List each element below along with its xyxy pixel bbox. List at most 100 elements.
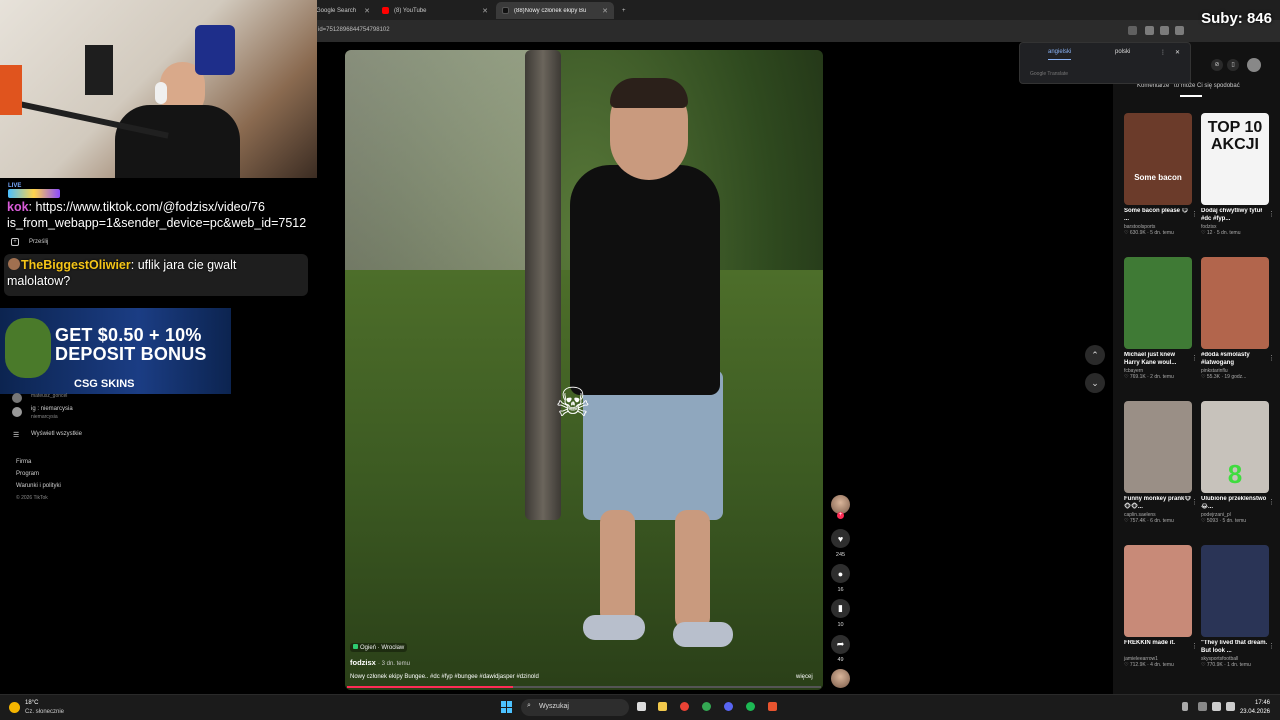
following-name[interactable]: ig : niemarcysia [31, 406, 73, 412]
bookmark-star-icon[interactable] [1175, 26, 1184, 35]
translate-tab-polish[interactable]: polski [1115, 49, 1130, 55]
recommendation-card[interactable]: #doda #smolasty #latwogang pinkstarinflu ♡… [1201, 257, 1275, 380]
video-thumbnail[interactable]: 8 [1201, 401, 1269, 493]
sun-weather-icon[interactable] [9, 702, 20, 713]
chrome-icon[interactable] [680, 702, 689, 711]
card-title[interactable]: Ulubione przekleństwo😂... [1201, 496, 1269, 511]
card-title[interactable]: Michael just knew Harry Kane woul... [1124, 352, 1192, 367]
clock-time[interactable]: 17:46 [1255, 700, 1270, 706]
more-options-icon[interactable]: ⋮ [1268, 498, 1275, 506]
video-thumbnail[interactable] [1201, 257, 1269, 349]
like-heart-icon[interactable]: ♥ [831, 529, 850, 548]
location-text: Ogień · Wrocław [360, 645, 405, 651]
card-title[interactable]: "They lived that dream. But look ... [1201, 640, 1269, 655]
close-icon[interactable]: ✕ [482, 7, 488, 15]
recommendation-card[interactable]: Funny monkey prank🐵🐵🐵... caplin.saelens ♡ … [1124, 401, 1198, 524]
video-thumbnail[interactable] [1124, 257, 1192, 349]
more-options-icon[interactable]: ⋮ [1191, 210, 1198, 218]
footer-link[interactable]: Program [16, 471, 39, 477]
following-avatar[interactable] [12, 407, 22, 417]
chat-badges [8, 189, 60, 198]
more-options-icon[interactable]: ⋮ [1191, 354, 1198, 362]
bookmark-icon[interactable]: ▮ [831, 599, 850, 618]
wifi-icon[interactable] [1212, 702, 1221, 711]
more-options-icon[interactable]: ⋮ [1191, 642, 1198, 650]
card-title[interactable]: Dodaj chwytliwy tytuł #dc #fyp... [1201, 208, 1269, 223]
recommendation-card[interactable]: Some bacon Some bacon please 😋 ... barstoo… [1124, 113, 1198, 236]
csgoskins-ad-banner[interactable]: GET $0.50 + 10% DEPOSIT BONUS CSG SKINS [0, 308, 231, 394]
card-stats: ♡ 630.9K · 5 dn. temu [1124, 230, 1174, 236]
url-field[interactable]: id=7512896844754798102 [318, 27, 390, 33]
chat-message-continued: is_from_webapp=1&sender_device=pc&web_id… [7, 216, 307, 230]
new-tab-button[interactable]: + [616, 2, 630, 19]
profile-avatar[interactable] [1247, 58, 1261, 72]
tray-chevron-icon[interactable] [1182, 702, 1188, 711]
location-tag[interactable]: Ogień · Wrocław [350, 643, 408, 652]
chevron-down-icon[interactable]: ⌄ [1085, 373, 1105, 393]
video-thumbnail[interactable]: TOP 10 AKCJI [1201, 113, 1269, 205]
chat-username: TheBiggestOliwier [21, 258, 131, 272]
clock-date[interactable]: 23.04.2026 [1240, 709, 1270, 715]
chevron-up-icon[interactable]: ⌃ [1085, 345, 1105, 365]
more-options-icon[interactable]: ⋮ [1191, 498, 1198, 506]
video-thumbnail[interactable]: Some bacon [1124, 113, 1192, 205]
follow-plus-icon[interactable]: + [837, 512, 844, 519]
device-icon[interactable]: ▯ [1227, 59, 1239, 71]
recommendation-card[interactable]: "They lived that dream. But look ... skys… [1201, 545, 1275, 668]
show-all-link[interactable]: Wyświetl wszystkie [31, 431, 82, 437]
chrome-profile-icon[interactable] [702, 702, 711, 711]
more-button[interactable]: więcej [796, 674, 813, 680]
spotify-icon[interactable] [746, 702, 755, 711]
music-disc-icon[interactable] [831, 669, 850, 688]
recommendation-card[interactable]: FREKKIN made it. jamieleearrow1 ♡ 712.9K ·… [1124, 545, 1198, 668]
file-explorer-icon[interactable] [658, 702, 667, 711]
share-arrow-icon[interactable]: ➦ [831, 635, 850, 654]
video-thumbnail[interactable] [1201, 545, 1269, 637]
more-options-icon[interactable]: ⋮ [1160, 49, 1166, 56]
video-thumbnail[interactable] [1124, 545, 1192, 637]
more-options-icon[interactable]: ⋮ [1268, 642, 1275, 650]
brave-icon[interactable] [768, 702, 777, 711]
block-icon[interactable]: ⊘ [1211, 59, 1223, 71]
taskbar-search[interactable]: ⌕ Wyszukaj [521, 699, 629, 716]
close-icon[interactable]: ✕ [1175, 49, 1180, 56]
translate-tab-english[interactable]: angielski [1048, 49, 1072, 60]
card-title[interactable]: Some bacon please 😋 ... [1124, 208, 1192, 223]
card-stats: ♡ 55.3K · 19 godz... [1201, 374, 1247, 380]
tab-tiktok[interactable]: (88)Nowy członek ekipy Bu ✕ [496, 2, 614, 19]
recommendation-card[interactable]: TOP 10 AKCJI Dodaj chwytliwy tytuł #dc #f… [1201, 113, 1275, 236]
more-options-icon[interactable]: ⋮ [1268, 210, 1275, 218]
weather-temperature[interactable]: 18°C [25, 700, 38, 706]
chat-text: : uflik jara cie gwalt [130, 258, 237, 272]
weather-condition[interactable]: Cz. słonecznie [25, 709, 64, 715]
close-icon[interactable]: ✕ [364, 7, 370, 15]
tab-youtube[interactable]: (8) YouTube ✕ [376, 2, 494, 19]
video-player[interactable]: ☠ [345, 50, 823, 690]
following-name[interactable]: mateusz_goncel [31, 393, 67, 399]
footer-link[interactable]: Firma [16, 459, 31, 465]
task-view-icon[interactable] [637, 702, 646, 711]
zoom-icon[interactable] [1145, 26, 1154, 35]
close-icon[interactable]: ✕ [602, 7, 608, 15]
card-title[interactable]: FREKKIN made it. [1124, 640, 1192, 655]
card-title[interactable]: #doda #smolasty #latwogang [1201, 352, 1269, 367]
tray-app-icon[interactable] [1198, 702, 1207, 711]
recommendation-card[interactable]: 8 Ulubione przekleństwo😂... podejrzani_pl ♡… [1201, 401, 1275, 524]
windows-start-icon[interactable] [501, 701, 513, 713]
card-stats: ♡ 12 · 5 dn. temu [1201, 230, 1241, 236]
more-options-icon[interactable]: ⋮ [1268, 354, 1275, 362]
video-progress-bar[interactable] [347, 686, 821, 688]
tab-google-search[interactable]: Google Search ✕ [310, 2, 376, 19]
translate-icon[interactable] [1128, 26, 1137, 35]
volume-icon[interactable] [1226, 702, 1235, 711]
comment-icon[interactable]: ● [831, 564, 850, 583]
cast-icon[interactable] [1160, 26, 1169, 35]
recommendation-card[interactable]: Michael just knew Harry Kane woul... fcba… [1124, 257, 1198, 380]
video-thumbnail[interactable] [1124, 401, 1192, 493]
card-title[interactable]: Funny monkey prank🐵🐵🐵... [1124, 496, 1192, 511]
discord-icon[interactable] [724, 702, 733, 711]
following-avatar[interactable] [12, 393, 22, 403]
video-author[interactable]: fodzisx · 3 dn. temu [350, 658, 410, 667]
share-link[interactable]: Prześlij [29, 239, 48, 245]
footer-link[interactable]: Warunki i polityki [16, 483, 61, 489]
